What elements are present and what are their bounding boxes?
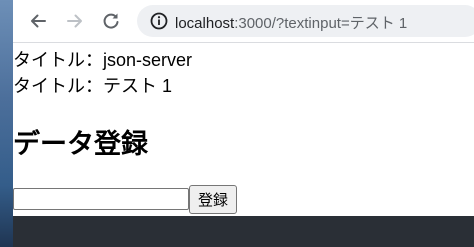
title-line-2: タイトル：テスト 1 [13,76,173,96]
url-text[interactable]: localhost:3000/?textinput=テスト 1 [175,12,407,33]
arrow-left-icon [31,14,46,28]
submit-button[interactable]: 登録 [189,185,237,214]
browser-toolbar: localhost:3000/?textinput=テスト 1 [13,0,474,42]
back-button[interactable] [26,9,50,33]
text-input[interactable] [13,188,189,210]
arrow-right-icon [67,14,82,28]
url-host: localhost [175,15,235,32]
reload-button[interactable] [99,9,123,33]
info-icon[interactable] [149,11,169,31]
page-content: タイトル：json-server タイトル：テスト 1 データ登録 登録 [13,44,474,216]
forward-button[interactable] [63,9,87,33]
url-path: :3000/?textinput=テスト 1 [234,15,408,32]
title-line-1: タイトル：json-server [13,50,193,70]
page-heading: データ登録 [13,129,148,159]
reload-icon [103,13,119,29]
address-bar[interactable]: localhost:3000/?textinput=テスト 1 [137,5,474,37]
desktop-background-strip [0,0,13,247]
browser-window: localhost:3000/?textinput=テスト 1 タイトル：jso… [13,0,474,216]
toolbar-divider [13,42,474,43]
